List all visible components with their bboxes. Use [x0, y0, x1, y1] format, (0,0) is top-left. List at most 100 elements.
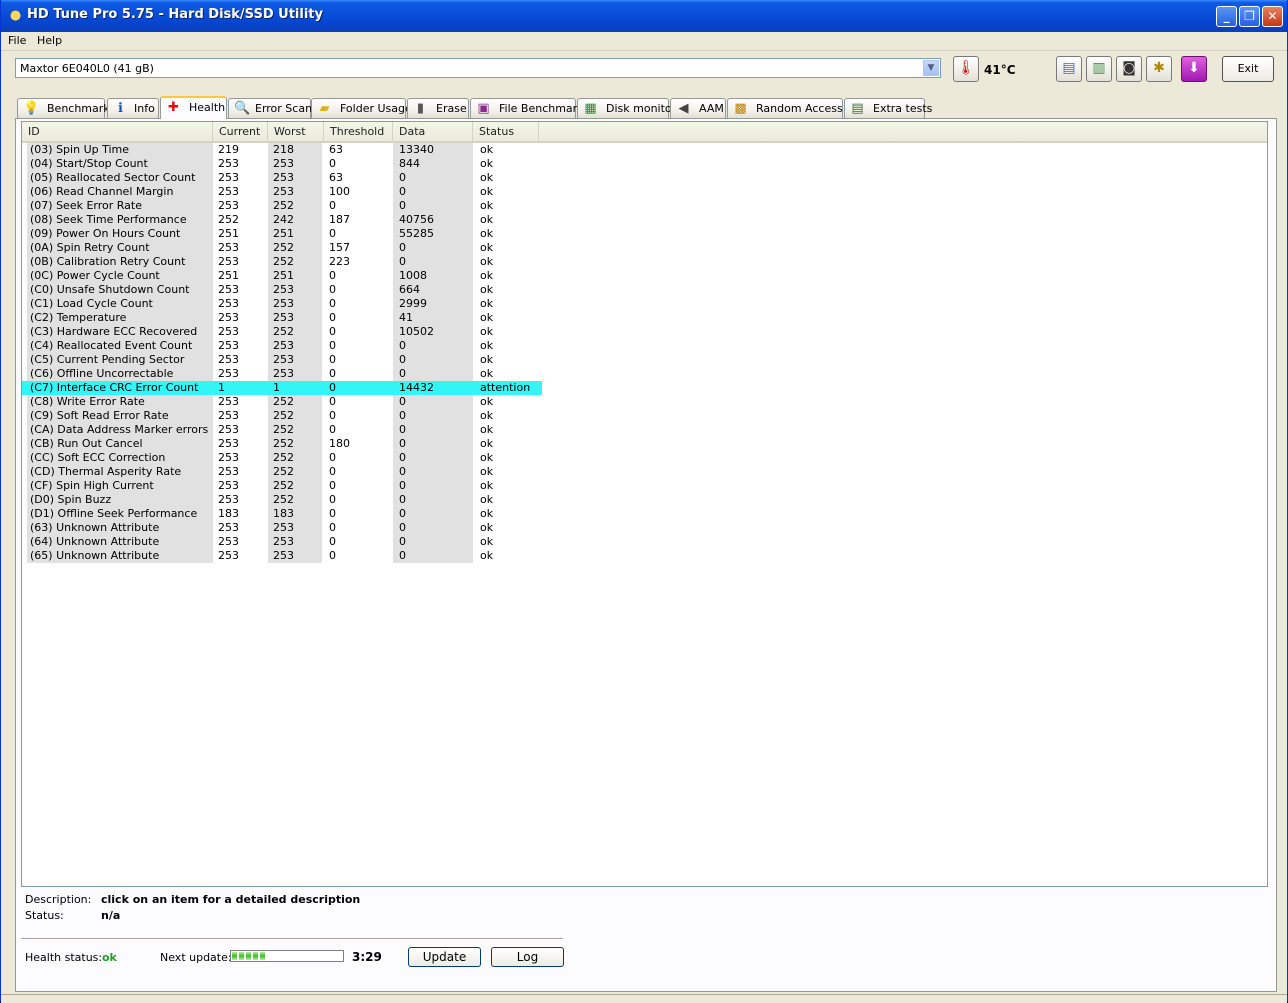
- table-row[interactable]: (09) Power On Hours Count 251 251 0 55285 ok: [22, 227, 542, 241]
- thermometer-icon[interactable]: 🌡: [953, 56, 979, 82]
- table-row[interactable]: (07) Seek Error Rate 253 252 0 0 ok: [22, 199, 542, 213]
- table-row[interactable]: (04) Start/Stop Count 253 253 0 844 ok: [22, 157, 542, 171]
- table-row[interactable]: (C9) Soft Read Error Rate 253 252 0 0 ok: [22, 409, 542, 423]
- info-icon: ℹ: [118, 101, 123, 116]
- column-header-status[interactable]: Status: [473, 122, 539, 141]
- table-row[interactable]: (0B) Calibration Retry Count 253 252 223 0 ok: [22, 255, 542, 269]
- minimize-button[interactable]: _: [1216, 6, 1237, 27]
- cell-current: 253: [218, 241, 239, 254]
- table-row[interactable]: (C3) Hardware ECC Recovered 253 252 0 10502 o…: [22, 325, 542, 339]
- table-row[interactable]: (08) Seek Time Performance 252 242 187 40756…: [22, 213, 542, 227]
- status-value: n/a: [101, 909, 121, 922]
- options-gear-icon[interactable]: ✱: [1146, 56, 1172, 82]
- tab-error-scan[interactable]: 🔍 Error Scan: [228, 98, 312, 118]
- table-row[interactable]: (D1) Offline Seek Performance 183 183 0 0 ok: [22, 507, 542, 521]
- save-down-arrow-icon[interactable]: ⬇: [1181, 56, 1207, 82]
- cell-threshold: 0: [329, 283, 336, 296]
- table-row[interactable]: (C5) Current Pending Sector 253 253 0 0 ok: [22, 353, 542, 367]
- cell-threshold: 0: [329, 339, 336, 352]
- tab-extra-tests[interactable]: ▤ Extra tests: [844, 98, 932, 118]
- cell-id: (64) Unknown Attribute: [27, 535, 213, 549]
- table-row[interactable]: (C6) Offline Uncorrectable 253 253 0 0 ok: [22, 367, 542, 381]
- cell-current: 253: [218, 549, 239, 562]
- exit-button[interactable]: Exit: [1222, 56, 1274, 82]
- list-header: ID Current Worst Threshold Data Status: [22, 122, 1267, 143]
- cell-threshold: 0: [329, 395, 336, 408]
- table-row[interactable]: (CC) Soft ECC Correction 253 252 0 0 ok: [22, 451, 542, 465]
- cell-id: (D1) Offline Seek Performance: [27, 507, 213, 521]
- cell-status: ok: [480, 339, 494, 352]
- table-row[interactable]: (64) Unknown Attribute 253 253 0 0 ok: [22, 535, 542, 549]
- column-header-data[interactable]: Data: [393, 122, 473, 141]
- cell-id: (CC) Soft ECC Correction: [27, 451, 213, 465]
- cell-id: (05) Reallocated Sector Count: [27, 171, 213, 185]
- cell-id: (C9) Soft Read Error Rate: [27, 409, 213, 423]
- table-row[interactable]: (0C) Power Cycle Count 251 251 0 1008 ok: [22, 269, 542, 283]
- tab-file-benchmark[interactable]: ▣ File Benchmark: [470, 98, 584, 118]
- column-header-id[interactable]: ID: [22, 122, 213, 141]
- cell-status: ok: [480, 325, 494, 338]
- column-header-worst[interactable]: Worst: [268, 122, 324, 141]
- cell-status: ok: [480, 185, 494, 198]
- table-row[interactable]: (03) Spin Up Time 219 218 63 13340 ok: [22, 143, 542, 157]
- description-label: Description:: [25, 893, 92, 906]
- tab-aam[interactable]: ◀ AAM: [670, 98, 726, 118]
- cell-worst: 252: [268, 437, 322, 451]
- tab-disk-monitor[interactable]: ▦ Disk monitor: [577, 98, 676, 118]
- cell-data: 13340: [393, 143, 473, 157]
- table-row[interactable]: (CA) Data Address Marker errors 253 252 0 0 o…: [22, 423, 542, 437]
- table-row[interactable]: (C8) Write Error Rate 253 252 0 0 ok: [22, 395, 542, 409]
- tab-health[interactable]: ✚ Health: [160, 96, 227, 119]
- table-row[interactable]: (C4) Reallocated Event Count 253 253 0 0 ok: [22, 339, 542, 353]
- tab-random-access[interactable]: ▩ Random Access: [727, 98, 843, 118]
- table-row[interactable]: (C2) Temperature 253 253 0 41 ok: [22, 311, 542, 325]
- tab-folder-usage[interactable]: ▰ Folder Usage: [311, 98, 412, 118]
- table-row[interactable]: (0A) Spin Retry Count 253 252 157 0 ok: [22, 241, 542, 255]
- column-header-current[interactable]: Current: [213, 122, 268, 141]
- table-row[interactable]: (C1) Load Cycle Count 253 253 0 2999 ok: [22, 297, 542, 311]
- cell-data: 664: [393, 283, 473, 297]
- table-row[interactable]: (CF) Spin High Current 253 252 0 0 ok: [22, 479, 542, 493]
- folder-icon: ▰: [319, 101, 330, 116]
- table-row[interactable]: (D0) Spin Buzz 253 252 0 0 ok: [22, 493, 542, 507]
- tab-info[interactable]: ℹ Info: [107, 98, 159, 118]
- cell-threshold: 223: [329, 255, 350, 268]
- cell-current: 253: [218, 339, 239, 352]
- title-bar[interactable]: ● HD Tune Pro 5.75 - Hard Disk/SSD Utili…: [1, 0, 1287, 32]
- cell-worst: 253: [268, 297, 322, 311]
- drive-select[interactable]: Maxtor 6E040L0 (41 gB) ▼: [15, 58, 941, 78]
- close-button[interactable]: ✕: [1262, 6, 1283, 27]
- chevron-down-icon[interactable]: ▼: [923, 60, 939, 76]
- table-row[interactable]: (CD) Thermal Asperity Rate 253 252 0 0 ok: [22, 465, 542, 479]
- table-row[interactable]: (63) Unknown Attribute 253 253 0 0 ok: [22, 521, 542, 535]
- smart-attribute-list[interactable]: ID Current Worst Threshold Data Status (…: [21, 121, 1268, 887]
- table-row[interactable]: (65) Unknown Attribute 253 253 0 0 ok: [22, 549, 542, 563]
- log-button[interactable]: Log: [491, 947, 564, 967]
- cell-worst: 252: [268, 199, 322, 213]
- cell-threshold: 0: [329, 199, 336, 212]
- tab-erase[interactable]: ▮ Erase: [407, 98, 469, 118]
- tab-label: Info: [134, 102, 155, 115]
- table-row[interactable]: (05) Reallocated Sector Count 253 253 63 0 ok: [22, 171, 542, 185]
- table-row[interactable]: (C0) Unsafe Shutdown Count 253 253 0 664 ok: [22, 283, 542, 297]
- cell-threshold: 0: [329, 549, 336, 562]
- menu-help[interactable]: Help: [37, 34, 62, 47]
- tab-strip: 💡 Benchmark ℹ Info ✚ Health 🔍 Error Scan ▰ Folder…: [17, 96, 1279, 119]
- menu-file[interactable]: File: [8, 34, 26, 47]
- table-row[interactable]: (06) Read Channel Margin 253 253 100 0 ok: [22, 185, 542, 199]
- restore-button[interactable]: ❐: [1239, 6, 1260, 27]
- cell-current: 253: [218, 521, 239, 534]
- tab-benchmark[interactable]: 💡 Benchmark: [17, 98, 110, 118]
- update-button[interactable]: Update: [408, 947, 481, 967]
- cell-current: 1: [218, 381, 225, 394]
- copy-all-icon[interactable]: ▥: [1086, 56, 1112, 82]
- column-header-threshold[interactable]: Threshold: [324, 122, 393, 141]
- cell-current: 253: [218, 325, 239, 338]
- cell-status: ok: [480, 241, 494, 254]
- copy-text-icon[interactable]: ▤: [1056, 56, 1082, 82]
- table-row[interactable]: (C7) Interface CRC Error Count 1 1 0 14432 at…: [22, 381, 542, 395]
- table-row[interactable]: (CB) Run Out Cancel 253 252 180 0 ok: [22, 437, 542, 451]
- cell-current: 253: [218, 297, 239, 310]
- camera-icon[interactable]: ◙: [1116, 56, 1142, 82]
- cell-worst: 252: [268, 451, 322, 465]
